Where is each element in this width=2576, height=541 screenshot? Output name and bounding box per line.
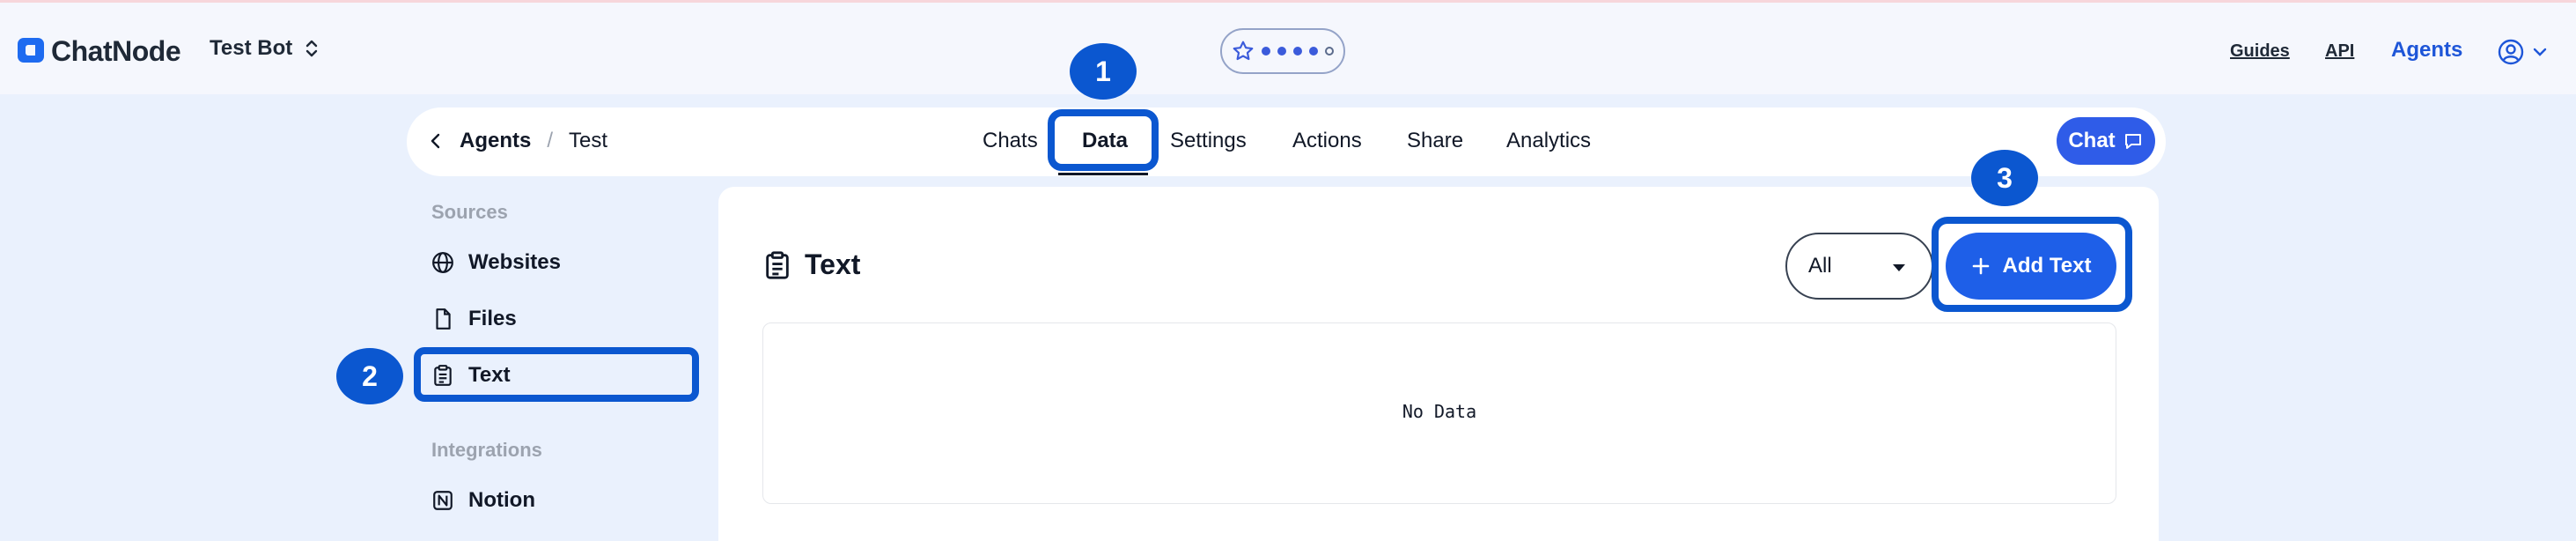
tab-bar: Chats Data Settings Actions Share Analyt… — [407, 107, 2166, 176]
user-avatar-icon — [2498, 39, 2524, 65]
rating-dot-empty — [1325, 47, 1334, 56]
rating-dot-filled — [1277, 47, 1286, 56]
rating-dot-filled — [1293, 47, 1302, 56]
tab-chats[interactable]: Chats — [983, 129, 1038, 153]
sidebar-item-files[interactable]: Files — [431, 307, 517, 331]
highlight-add-text-button — [1932, 217, 2132, 312]
clipboard-icon — [766, 250, 789, 279]
integrations-heading: Integrations — [431, 439, 542, 461]
rating-widget[interactable] — [1220, 28, 1345, 74]
step-badge-3: 3 — [1971, 150, 2038, 206]
sidebar-item-label: Notion — [468, 488, 535, 512]
filter-select[interactable]: All — [1785, 233, 1933, 300]
sidebar-item-websites[interactable]: Websites — [431, 250, 561, 275]
sidebar-item-label: Files — [468, 307, 517, 330]
filter-value: All — [1808, 254, 1832, 278]
panel-title-text: Text — [805, 248, 861, 280]
sidebar-item-notion[interactable]: Notion — [431, 488, 535, 513]
app-header: ChatNode Test Bot Guides API Agents — [0, 3, 2576, 94]
highlight-text-source — [414, 347, 699, 402]
chat-bubble-icon — [2124, 134, 2141, 149]
tab-actions[interactable]: Actions — [1292, 129, 1362, 153]
tab-analytics[interactable]: Analytics — [1506, 129, 1591, 153]
chevron-up-down-icon — [306, 40, 318, 57]
chevron-down-icon — [2533, 48, 2547, 56]
api-link[interactable]: API — [2325, 41, 2354, 62]
agents-link[interactable]: Agents — [2391, 38, 2462, 63]
globe-icon — [432, 252, 453, 273]
file-icon — [436, 308, 451, 330]
sources-heading: Sources — [431, 201, 508, 223]
star-icon — [1233, 41, 1254, 61]
text-sources-table: No Data — [762, 322, 2116, 504]
caret-down-icon — [1893, 264, 1905, 271]
panel-title: Text — [762, 248, 860, 281]
chatnode-logo-icon — [18, 38, 44, 63]
rating-dot-filled — [1309, 47, 1318, 56]
brand-name: ChatNode — [51, 34, 181, 67]
bot-selector[interactable]: Test Bot — [210, 36, 319, 61]
sidebar-item-label: Websites — [468, 250, 561, 274]
tab-settings[interactable]: Settings — [1170, 129, 1247, 153]
guides-link[interactable]: Guides — [2230, 41, 2290, 62]
step-badge-1: 1 — [1070, 43, 1137, 100]
chat-button[interactable]: Chat — [2057, 117, 2155, 165]
brand-logo[interactable]: ChatNode — [16, 33, 181, 70]
highlight-data-tab — [1048, 109, 1159, 171]
agent-navbar: Agents / Test Chats Data Settings Action… — [407, 107, 2166, 176]
user-menu[interactable] — [2497, 38, 2548, 66]
tab-data-underline — [1058, 173, 1148, 175]
tab-share[interactable]: Share — [1407, 129, 1463, 153]
chat-button-label: Chat — [2068, 129, 2116, 152]
rating-dot-filled — [1262, 47, 1270, 56]
step-badge-2: 2 — [336, 348, 403, 404]
notion-icon — [433, 491, 453, 510]
bot-name: Test Bot — [210, 36, 293, 60]
empty-state-text: No Data — [1402, 401, 1477, 422]
